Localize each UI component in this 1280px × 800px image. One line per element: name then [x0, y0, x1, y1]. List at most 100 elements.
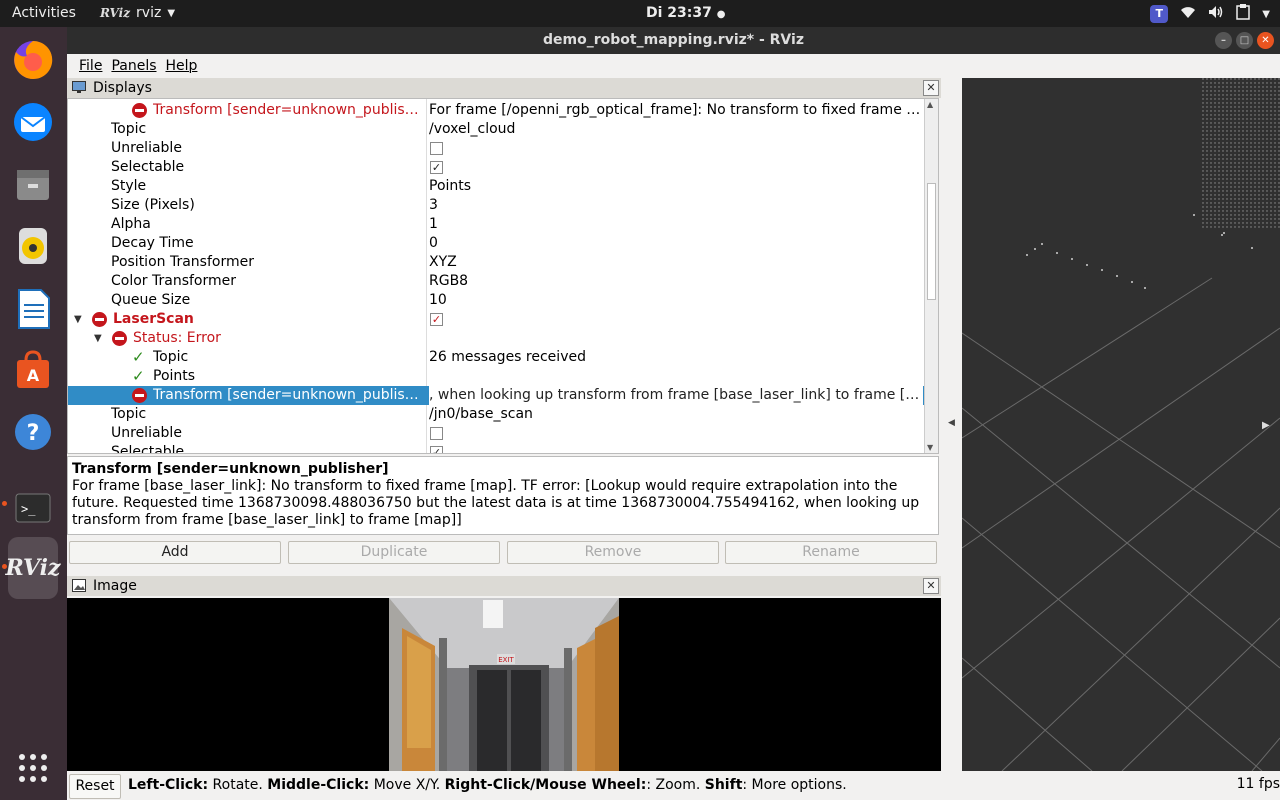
- power-menu-icon[interactable]: ▼: [1262, 9, 1270, 20]
- minimize-icon[interactable]: –: [1215, 32, 1232, 49]
- software-center-icon[interactable]: A: [8, 345, 58, 395]
- tree-row[interactable]: Topic /voxel_cloud: [68, 120, 925, 139]
- collapse-left-icon[interactable]: ◀: [948, 418, 955, 428]
- scroll-up-icon[interactable]: ▲: [927, 100, 933, 109]
- 3d-render-view[interactable]: ▶: [962, 78, 1280, 771]
- system-tray[interactable]: T ▼: [1150, 4, 1270, 24]
- activities-button[interactable]: Activities: [12, 5, 76, 21]
- unreliable-checkbox[interactable]: [430, 427, 443, 440]
- terminal-icon[interactable]: >_: [8, 483, 58, 533]
- tree-row-value[interactable]: /voxel_cloud: [429, 120, 923, 139]
- scroll-down-icon[interactable]: ▼: [927, 443, 933, 452]
- rename-button[interactable]: Rename: [725, 541, 937, 564]
- tree-row[interactable]: Selectable ✓: [68, 158, 925, 177]
- libreoffice-writer-icon[interactable]: [8, 283, 58, 333]
- svg-text:?: ?: [27, 421, 40, 446]
- hint-text: Rotate.: [208, 777, 268, 793]
- tree-row-name: Topic: [153, 349, 189, 365]
- svg-text:>_: >_: [21, 502, 36, 516]
- add-button[interactable]: Add: [69, 541, 281, 564]
- duplicate-button[interactable]: Duplicate: [288, 541, 500, 564]
- tree-row[interactable]: Unreliable: [68, 139, 925, 158]
- tree-row-selected[interactable]: Transform [sender=unknown_publish… , whe…: [68, 386, 925, 405]
- tree-row-value[interactable]: 0: [429, 234, 923, 253]
- tree-row[interactable]: Selectable ✓: [68, 443, 925, 453]
- tree-row[interactable]: Position Transformer XYZ: [68, 253, 925, 272]
- tree-row-status[interactable]: ▼ Status: Error: [68, 329, 925, 348]
- thunderbird-icon[interactable]: [8, 97, 58, 147]
- selectable-checkbox[interactable]: ✓: [430, 446, 443, 453]
- tree-row-value[interactable]: XYZ: [429, 253, 923, 272]
- tree-row-value[interactable]: , when looking up transform from frame […: [429, 386, 923, 405]
- tree-row-value[interactable]: RGB8: [429, 272, 923, 291]
- tree-row[interactable]: ✓ Points: [68, 367, 925, 386]
- clipboard-icon[interactable]: [1236, 4, 1251, 24]
- scrollbar-thumb[interactable]: [927, 183, 936, 300]
- volume-icon[interactable]: [1208, 5, 1224, 23]
- tree-row[interactable]: Topic /jn0/base_scan: [68, 405, 925, 424]
- selectable-checkbox[interactable]: ✓: [430, 161, 443, 174]
- tree-row[interactable]: Size (Pixels) 3: [68, 196, 925, 215]
- tree-row[interactable]: Queue Size 10: [68, 291, 925, 310]
- maximize-icon[interactable]: □: [1236, 32, 1253, 49]
- top-bar: Activities RViz rviz ▼ Di 23:37 ● T ▼: [0, 0, 1280, 27]
- tree-row[interactable]: Transform [sender=unknown_publish… For f…: [68, 101, 925, 120]
- laserscan-enabled-checkbox[interactable]: ✓: [430, 313, 443, 326]
- unreliable-checkbox[interactable]: [430, 142, 443, 155]
- tree-row-value[interactable]: 1: [429, 215, 923, 234]
- tree-row-value[interactable]: Points: [429, 177, 923, 196]
- menu-panels[interactable]: Panels: [109, 58, 163, 74]
- tree-row-name: Style: [111, 178, 147, 194]
- tree-row-laserscan[interactable]: ▼ LaserScan ✓: [68, 310, 925, 329]
- rviz-window: demo_robot_mapping.rviz* - RViz – □ ✕ Fi…: [67, 27, 1280, 800]
- grid-point-cloud: ▶: [962, 78, 1280, 771]
- expand-arrow-icon[interactable]: ▼: [94, 329, 102, 348]
- rviz-small-icon: RViz: [100, 6, 131, 20]
- window-titlebar[interactable]: demo_robot_mapping.rviz* - RViz – □ ✕: [67, 27, 1280, 54]
- menu-help[interactable]: Help: [164, 58, 205, 74]
- close-icon[interactable]: ✕: [1257, 32, 1274, 49]
- tree-row-value[interactable]: /jn0/base_scan: [429, 405, 923, 424]
- tree-row[interactable]: ✓ Topic 26 messages received: [68, 348, 925, 367]
- hint-text: : Zoom.: [646, 777, 705, 793]
- camera-image-view[interactable]: EXIT: [67, 598, 941, 771]
- displays-panel: Displays ✕ Transform [sender=unknown_pub…: [67, 78, 941, 574]
- wifi-icon[interactable]: [1180, 5, 1196, 23]
- close-panel-icon[interactable]: ✕: [923, 578, 939, 594]
- app-menu[interactable]: RViz rviz ▼: [100, 5, 175, 21]
- hint-key: Left-Click:: [128, 777, 209, 793]
- splitter-handle[interactable]: ◀: [941, 78, 962, 771]
- fps-counter: 11 fps: [1236, 776, 1280, 792]
- status-bar: Reset Left-Click: Rotate. Middle-Click: …: [67, 771, 1280, 800]
- image-panel: Image ✕ EXIT: [67, 576, 941, 771]
- collapse-right-icon[interactable]: ▶: [1262, 420, 1270, 431]
- tree-row[interactable]: Style Points: [68, 177, 925, 196]
- expand-arrow-icon[interactable]: ▼: [74, 310, 82, 329]
- reset-button[interactable]: Reset: [69, 774, 121, 799]
- tree-row[interactable]: Color Transformer RGB8: [68, 272, 925, 291]
- tree-scrollbar[interactable]: ▲ ▼: [924, 99, 938, 453]
- image-panel-title: Image: [93, 578, 137, 594]
- tree-row-value[interactable]: 10: [429, 291, 923, 310]
- tree-row[interactable]: Alpha 1: [68, 215, 925, 234]
- clock-text: Di 23:37: [646, 5, 712, 21]
- image-panel-header: Image ✕: [67, 576, 941, 596]
- close-panel-icon[interactable]: ✕: [923, 80, 939, 96]
- remove-button[interactable]: Remove: [507, 541, 719, 564]
- files-icon[interactable]: [8, 159, 58, 209]
- tree-row[interactable]: Decay Time 0: [68, 234, 925, 253]
- teams-icon[interactable]: T: [1150, 5, 1169, 23]
- app-menu-label: rviz: [136, 5, 162, 21]
- show-apps-icon[interactable]: [8, 743, 58, 793]
- rhythmbox-icon[interactable]: [8, 221, 58, 271]
- clock[interactable]: Di 23:37 ●: [646, 5, 725, 21]
- tree-row-name: LaserScan: [113, 311, 194, 327]
- menu-file[interactable]: File: [77, 58, 109, 74]
- tree-row-value[interactable]: 3: [429, 196, 923, 215]
- tree-row[interactable]: Unreliable: [68, 424, 925, 443]
- help-icon[interactable]: ?: [8, 407, 58, 457]
- firefox-icon[interactable]: [8, 35, 58, 85]
- displays-tree[interactable]: Transform [sender=unknown_publish… For f…: [67, 98, 939, 454]
- rviz-icon[interactable]: RViz: [5, 537, 61, 599]
- tree-row-name: Position Transformer: [111, 254, 254, 270]
